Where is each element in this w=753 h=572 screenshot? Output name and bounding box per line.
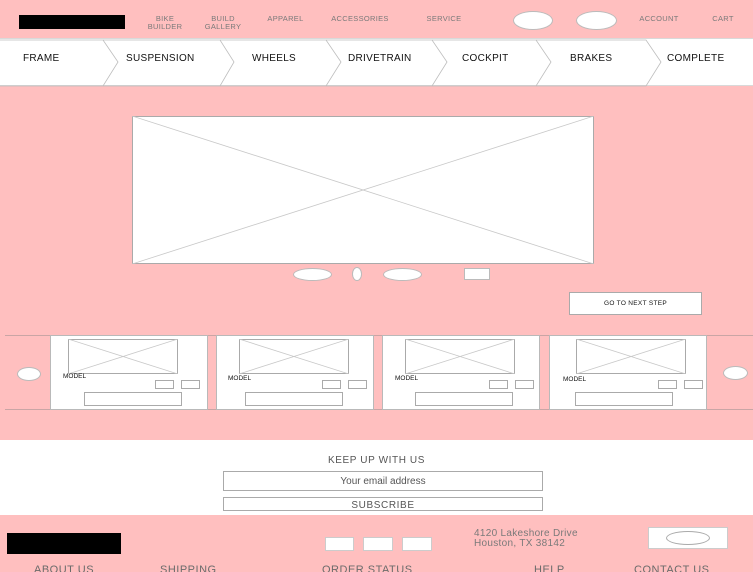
nav-service[interactable]: SERVICE bbox=[418, 15, 470, 23]
footer-link-help[interactable]: HELP bbox=[534, 564, 565, 572]
product-card-option-2[interactable] bbox=[515, 380, 534, 389]
carousel-next-button[interactable] bbox=[723, 366, 748, 380]
product-card-option-1[interactable] bbox=[658, 380, 677, 389]
product-card-image bbox=[576, 339, 686, 374]
logo[interactable] bbox=[19, 15, 125, 29]
footer-link-contact-us[interactable]: CONTACT US bbox=[634, 564, 710, 572]
map-pin-icon bbox=[666, 531, 710, 545]
product-card-option-2[interactable] bbox=[181, 380, 200, 389]
step-wheels[interactable]: WHEELS bbox=[252, 53, 296, 64]
product-card-model: MODEL bbox=[563, 376, 587, 383]
subscribe-label: SUBSCRIBE bbox=[351, 500, 415, 511]
product-card-model: MODEL bbox=[228, 375, 252, 382]
language-button[interactable] bbox=[576, 11, 617, 30]
product-card-option-1[interactable] bbox=[322, 380, 341, 389]
nav-account[interactable]: ACCOUNT bbox=[628, 15, 690, 23]
view-option-3[interactable] bbox=[383, 268, 422, 281]
product-card[interactable]: MODEL bbox=[549, 335, 707, 410]
view-option-1[interactable] bbox=[293, 268, 332, 281]
view-option-4[interactable] bbox=[464, 268, 490, 280]
nav-bike-builder[interactable]: BIKE BUILDER bbox=[140, 15, 190, 31]
view-option-2[interactable] bbox=[352, 267, 362, 281]
step-bar: FRAME SUSPENSION WHEELS DRIVETRAIN COCKP… bbox=[0, 38, 753, 87]
carousel-prev-button[interactable] bbox=[17, 367, 41, 381]
social-icon-2[interactable] bbox=[363, 537, 393, 551]
product-card[interactable]: MODEL bbox=[50, 335, 208, 410]
nav-bike-builder-line2: BUILDER bbox=[147, 22, 183, 31]
footer-link-order-status[interactable]: ORDER STATUS bbox=[322, 564, 413, 572]
social-icon-3[interactable] bbox=[402, 537, 432, 551]
go-to-next-step-button[interactable]: GO TO NEXT STEP bbox=[569, 292, 702, 315]
product-card-option-2[interactable] bbox=[684, 380, 703, 389]
footer-logo[interactable] bbox=[7, 533, 121, 554]
product-card[interactable]: MODEL bbox=[216, 335, 374, 410]
product-card-image bbox=[68, 339, 178, 374]
step-frame[interactable]: FRAME bbox=[23, 53, 60, 64]
product-card-select-button[interactable] bbox=[415, 392, 513, 406]
step-drivetrain[interactable]: DRIVETRAIN bbox=[348, 53, 412, 64]
nav-cart[interactable]: CART bbox=[702, 15, 744, 23]
footer-address: 4120 Lakeshore Drive Houston, TX 38142 bbox=[474, 529, 578, 549]
step-complete[interactable]: COMPLETE bbox=[667, 53, 724, 64]
product-card-model: MODEL bbox=[63, 373, 87, 380]
product-card-select-button[interactable] bbox=[84, 392, 182, 406]
footer-link-about-us[interactable]: ABOUT US bbox=[34, 564, 94, 572]
step-cockpit[interactable]: COCKPIT bbox=[462, 53, 509, 64]
step-suspension[interactable]: SUSPENSION bbox=[126, 53, 195, 64]
nav-build-gallery[interactable]: BUILD GALLERY bbox=[198, 15, 248, 31]
search-button[interactable] bbox=[513, 11, 553, 30]
nav-accessories[interactable]: ACCESSORIES bbox=[320, 15, 400, 23]
subscribe-button[interactable]: SUBSCRIBE bbox=[223, 497, 543, 511]
product-card-option-1[interactable] bbox=[489, 380, 508, 389]
email-input[interactable] bbox=[223, 471, 543, 491]
product-card[interactable]: MODEL bbox=[382, 335, 540, 410]
footer-link-shipping[interactable]: SHIPPING bbox=[160, 564, 217, 572]
product-card-select-button[interactable] bbox=[575, 392, 673, 406]
step-brakes[interactable]: BRAKES bbox=[570, 53, 612, 64]
product-card-model: MODEL bbox=[395, 375, 419, 382]
footer-map[interactable] bbox=[648, 527, 728, 549]
product-card-image bbox=[405, 339, 515, 374]
header: BIKE BUILDER BUILD GALLERY APPAREL ACCES… bbox=[0, 0, 753, 38]
product-card-select-button[interactable] bbox=[245, 392, 343, 406]
product-card-option-1[interactable] bbox=[155, 380, 174, 389]
address-line-2: Houston, TX 38142 bbox=[474, 538, 566, 549]
product-card-option-2[interactable] bbox=[348, 380, 367, 389]
nav-build-gallery-line2: GALLERY bbox=[204, 22, 242, 31]
social-icon-1[interactable] bbox=[325, 537, 354, 551]
bike-preview-image bbox=[132, 116, 594, 264]
newsletter-title: KEEP UP WITH US bbox=[328, 455, 425, 466]
product-card-image bbox=[239, 339, 349, 374]
newsletter-section: KEEP UP WITH US SUBSCRIBE bbox=[0, 440, 753, 515]
nav-apparel[interactable]: APPAREL bbox=[258, 15, 313, 23]
go-to-next-step-label: GO TO NEXT STEP bbox=[603, 300, 668, 307]
